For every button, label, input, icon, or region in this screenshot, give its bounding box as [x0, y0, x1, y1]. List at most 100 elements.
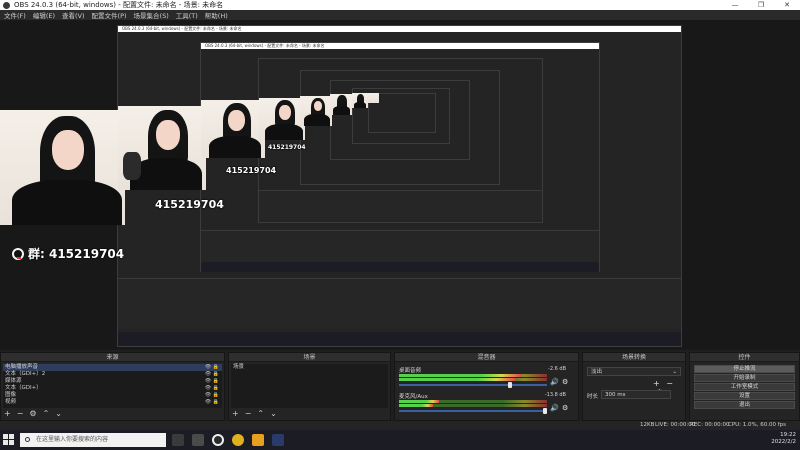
menu-help[interactable]: 帮助(H) — [205, 10, 228, 20]
terminal-icon[interactable] — [192, 434, 204, 446]
maximize-button[interactable]: ❐ — [748, 0, 774, 10]
visibility-lock-icons: 👁 🔒 — [204, 392, 219, 398]
preview-canvas[interactable]: OBS 24.0.3 (64-bit, windows) - 配置文件: 未命名… — [0, 20, 800, 350]
mixer-header: 混音器 — [395, 353, 578, 362]
nested-window-title: OBS 24.0.3 (64-bit, windows) - 配置文件: 未命名… — [118, 26, 681, 32]
settings-button[interactable]: 设置 — [694, 392, 795, 400]
sources-dock: 来源 电脑播放声音 👁 🔒 文本（GDI+）2 👁 🔒 媒体源 👁 🔒 文本（GDI+… — [0, 352, 225, 421]
menu-file[interactable]: 文件(F) — [4, 10, 26, 20]
volume-meter-level — [399, 404, 433, 407]
gear-icon[interactable]: ⚙ — [562, 404, 568, 412]
duration-input[interactable]: 300 ms — [601, 390, 671, 399]
dropped-frames: 12KB — [640, 422, 655, 428]
visibility-lock-icons: 👁 🔒 — [204, 364, 219, 370]
visibility-lock-icons: 👁 🔒 — [204, 399, 219, 405]
scene-item[interactable]: 场景 — [231, 364, 388, 371]
close-button[interactable]: ✕ — [774, 0, 800, 10]
sources-list: 电脑播放声音 👁 🔒 文本（GDI+）2 👁 🔒 媒体源 👁 🔒 文本（GDI+） 👁 … — [3, 364, 222, 408]
webcam-feed — [0, 110, 125, 225]
nested-dock-strip — [259, 190, 542, 220]
duration-label: 时长 — [587, 394, 599, 400]
task-view-icon[interactable] — [172, 434, 184, 446]
menu-scene-collection[interactable]: 场景集合(S) — [134, 10, 169, 20]
volume-meter-level — [399, 400, 439, 403]
stop-streaming-button[interactable]: 停止推流 — [694, 365, 795, 373]
browser-icon[interactable] — [232, 434, 244, 446]
exit-button[interactable]: 退出 — [694, 401, 795, 409]
webcam-feed — [330, 94, 352, 115]
sources-toolbar: + − ⚙ ⌃ ⌄ — [4, 410, 62, 418]
source-item[interactable]: 图像 👁 🔒 — [3, 392, 222, 399]
gear-icon[interactable]: ⚙ — [562, 378, 568, 386]
volume-meter-level — [399, 374, 521, 377]
controls-dock: 控件 停止推流 开始录制 工作室模式 设置 退出 — [689, 352, 800, 421]
remove-transition-button[interactable]: − — [666, 379, 673, 388]
mixer-channel-db: -2.6 dB — [548, 366, 566, 372]
volume-slider[interactable] — [399, 410, 547, 412]
obs-app-icon — [3, 2, 10, 9]
cpu-status: CPU: 1.0%, 60.00 fps — [728, 422, 787, 428]
group-label: 群: 415219704 — [12, 245, 124, 262]
minimize-button[interactable]: — — [722, 0, 748, 10]
start-recording-button[interactable]: 开始录制 — [694, 374, 795, 382]
source-item[interactable]: 媒体源 👁 🔒 — [3, 378, 222, 385]
system-tray: 19:22 2022/2/2 — [771, 432, 796, 446]
volume-slider-thumb[interactable] — [508, 382, 512, 388]
app-icon[interactable] — [272, 434, 284, 446]
add-transition-button[interactable]: + — [653, 379, 660, 388]
scenes-header: 场景 — [229, 353, 390, 362]
obs-icon[interactable] — [212, 434, 224, 446]
move-down-button[interactable]: ⌄ — [55, 410, 62, 418]
move-up-button[interactable]: ⌃ — [257, 410, 264, 418]
source-item[interactable]: 文本（GDI+）2 👁 🔒 — [3, 371, 222, 378]
speaker-icon[interactable]: 🔊 — [550, 378, 559, 386]
windows-start-icon[interactable] — [3, 434, 15, 446]
remove-scene-button[interactable]: − — [245, 410, 252, 418]
menu-view[interactable]: 查看(V) — [62, 10, 85, 20]
move-down-button[interactable]: ⌄ — [270, 410, 277, 418]
studio-mode-button[interactable]: 工作室模式 — [694, 383, 795, 391]
search-icon — [25, 437, 30, 442]
gear-icon[interactable]: ⚙ — [29, 410, 36, 418]
mixer-channel-name: 桌面音频 — [399, 368, 422, 374]
webcam-feed — [300, 96, 332, 126]
cam-number-label: 415219704 — [226, 166, 277, 175]
add-scene-button[interactable]: + — [232, 410, 239, 418]
source-item[interactable]: 视频 👁 🔒 — [3, 399, 222, 406]
nested-window-title: OBS 24.0.3 (64-bit, windows) - 配置文件: 未命名… — [201, 43, 599, 49]
window-title: OBS 24.0.3 (64-bit, windows) - 配置文件: 未命名… — [14, 1, 224, 9]
nested-taskbar — [201, 262, 599, 272]
remove-source-button[interactable]: − — [17, 410, 24, 418]
transitions-dock: 场景转换 淡出 ⌄ + − ⚙ 时长 300 ms — [582, 352, 686, 421]
webcam-feed — [352, 93, 368, 108]
transition-select[interactable]: 淡出 ⌄ — [587, 367, 681, 376]
visibility-lock-icons: 👁 🔒 — [204, 371, 219, 377]
webcam-feed — [118, 106, 206, 190]
volume-slider[interactable] — [399, 384, 547, 386]
menu-edit[interactable]: 编辑(E) — [33, 10, 55, 20]
nested-dock-strip — [118, 278, 681, 328]
controls-header: 控件 — [690, 353, 799, 362]
qq-penguin-icon — [12, 247, 24, 260]
source-item[interactable]: 电脑播放声音 👁 🔒 — [3, 364, 222, 371]
menu-tools[interactable]: 工具(T) — [176, 10, 198, 20]
sources-header: 来源 — [1, 353, 224, 362]
status-bar: 12KB LIVE: 00:00:00 REC: 00:00:00 CPU: 1… — [0, 421, 800, 430]
webcam-feed — [259, 98, 305, 140]
add-source-button[interactable]: + — [4, 410, 11, 418]
volume-meter-level — [399, 378, 515, 381]
visibility-lock-icons: 👁 🔒 — [204, 378, 219, 384]
source-item[interactable]: 文本（GDI+） 👁 🔒 — [3, 385, 222, 392]
taskbar-search-input[interactable]: 在这里输入你要搜索的内容 — [20, 433, 166, 447]
group-number-text: 群: 415219704 — [28, 247, 125, 261]
speaker-icon[interactable]: 🔊 — [550, 404, 559, 412]
file-explorer-icon[interactable] — [252, 434, 264, 446]
scenes-list: 场景 — [231, 364, 388, 408]
volume-slider-thumb[interactable] — [543, 408, 547, 414]
clock-date: 2022/2/2 — [771, 439, 796, 445]
menu-profile[interactable]: 配置文件(P) — [92, 10, 127, 20]
move-up-button[interactable]: ⌃ — [43, 410, 50, 418]
chevron-down-icon: ⌄ — [672, 369, 677, 375]
mixer-dock: 混音器 桌面音频 -2.6 dB 🔊 ⚙ 麦克风/Aux -13.8 dB 🔊 … — [394, 352, 579, 421]
menu-bar: 文件(F) 编辑(E) 查看(V) 配置文件(P) 场景集合(S) 工具(T) … — [0, 10, 800, 20]
